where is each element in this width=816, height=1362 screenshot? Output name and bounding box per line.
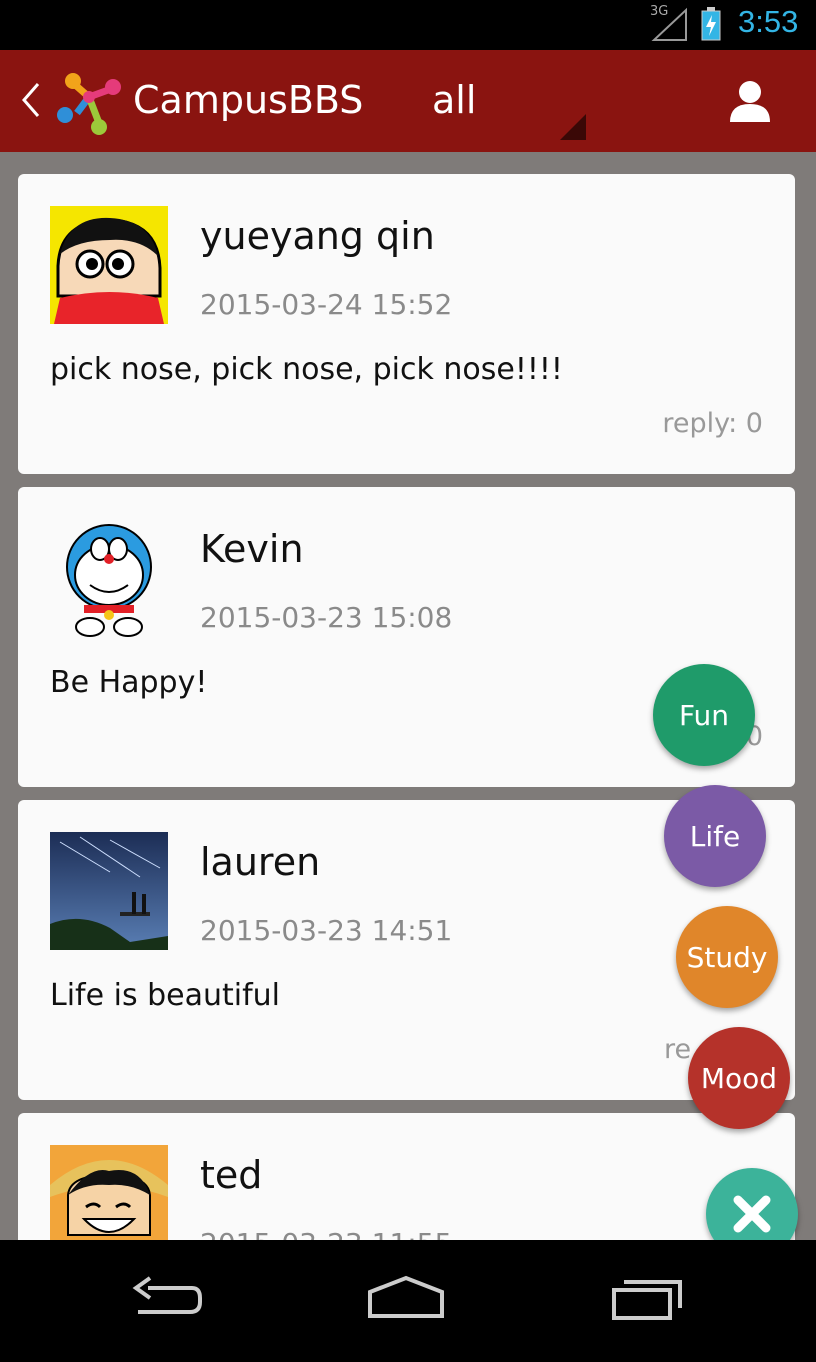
user-avatar-image: [50, 1145, 168, 1240]
category-fun-button[interactable]: Fun: [653, 664, 755, 766]
status-bar: 3G 3:53: [0, 0, 816, 50]
user-avatar-image: [66, 524, 152, 637]
post-author: lauren: [200, 840, 321, 884]
battery-charging-icon: [701, 7, 721, 41]
post-body: Be Happy!: [50, 665, 208, 700]
category-life-button[interactable]: Life: [664, 785, 766, 887]
dropdown-caret-icon[interactable]: [560, 114, 586, 140]
category-mood-label: Mood: [700, 1061, 778, 1095]
signal-icon: [651, 7, 687, 41]
user-profile-icon[interactable]: [728, 78, 772, 122]
status-time: 3:53: [738, 4, 799, 39]
category-study-button[interactable]: Study: [676, 906, 778, 1008]
post-date: 2015-03-23 15:08: [200, 601, 453, 634]
post-card[interactable]: ted 2015-03-23 11:55: [18, 1113, 795, 1240]
category-fun-label: Fun: [678, 698, 730, 732]
post-author: yueyang qin: [200, 214, 435, 258]
post-date: 2015-03-23 11:55: [200, 1227, 452, 1240]
post-date: 2015-03-24 15:52: [200, 288, 453, 321]
user-avatar-image: [50, 206, 168, 324]
recents-nav-icon[interactable]: [610, 1274, 686, 1324]
close-icon: [733, 1195, 771, 1233]
category-mood-button[interactable]: Mood: [688, 1027, 790, 1129]
post-card[interactable]: yueyang qin 2015-03-24 15:52 pick nose, …: [18, 174, 795, 474]
app-logo-icon: [57, 73, 121, 135]
system-nav-bar: [0, 1240, 816, 1362]
back-nav-icon[interactable]: [128, 1274, 204, 1324]
user-avatar-image: [50, 832, 168, 950]
category-life-label: Life: [689, 819, 741, 853]
post-author: ted: [200, 1153, 263, 1197]
post-date: 2015-03-23 14:51: [200, 914, 453, 947]
home-nav-icon[interactable]: [366, 1274, 446, 1324]
category-study-label: Study: [686, 940, 768, 974]
post-author: Kevin: [200, 527, 304, 571]
app-bar: CampusBBS all: [0, 50, 816, 152]
avatar: [50, 206, 168, 324]
avatar: [50, 1145, 168, 1240]
reply-count: reply: 0: [662, 408, 763, 439]
category-filter-value[interactable]: all: [432, 78, 476, 122]
app-title: CampusBBS: [133, 78, 364, 122]
back-arrow-icon[interactable]: [18, 80, 42, 120]
post-body: Life is beautiful: [50, 978, 281, 1013]
avatar: [50, 519, 168, 637]
avatar: [50, 832, 168, 950]
post-body: pick nose, pick nose, pick nose!!!!: [50, 352, 563, 387]
reply-count: re: [664, 1034, 692, 1065]
